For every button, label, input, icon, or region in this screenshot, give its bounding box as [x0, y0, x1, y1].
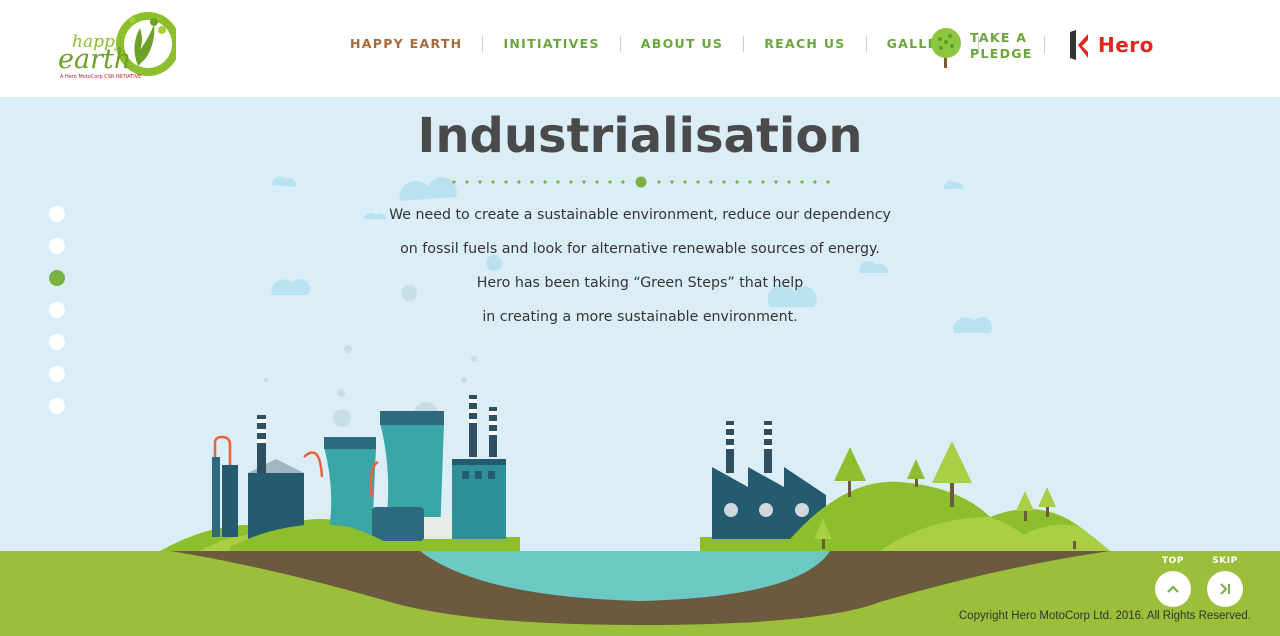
section-title: Industrialisation [417, 108, 863, 164]
header: happy earth A Hero MotoCorp CSR INITIATI… [0, 0, 1280, 97]
nav-reach-us[interactable]: REACH US [744, 36, 867, 52]
description-line: Hero has been taking “Green Steps” that … [476, 275, 804, 291]
nav-happy-earth[interactable]: HAPPY EARTH [350, 36, 484, 52]
pledge-tree-icon [931, 28, 961, 68]
scroll-top-button[interactable] [1155, 571, 1191, 607]
happy-earth-logo[interactable]: happy earth A Hero MotoCorp CSR INITIATI… [56, 6, 178, 86]
nav-about-us[interactable]: ABOUT US [621, 36, 745, 52]
section-dot-5[interactable] [49, 334, 65, 350]
section-dot-1[interactable] [49, 206, 65, 222]
skip-button[interactable] [1207, 571, 1243, 607]
top-control: TOP [1153, 556, 1193, 607]
green-hills [780, 441, 1110, 551]
copyright-text: Copyright Hero MotoCorp Ltd. 2016. All R… [958, 610, 1251, 622]
chevron-up-icon [1167, 585, 1179, 593]
top-label: TOP [1162, 556, 1184, 566]
section-dot-4[interactable] [49, 302, 65, 318]
main-nav: HAPPY EARTH INITIATIVES ABOUT US REACH U… [350, 36, 980, 52]
description-line: in creating a more sustainable environme… [482, 309, 798, 325]
section-dot-6[interactable] [49, 366, 65, 382]
pledge-label: TAKE A PLEDGE [970, 30, 1033, 61]
section-dot-7[interactable] [49, 398, 65, 414]
header-divider [1044, 36, 1045, 54]
description-line: We need to create a sustainable environm… [389, 207, 891, 223]
section-description: We need to create a sustainable environm… [340, 198, 940, 334]
title-dots-divider [452, 176, 830, 188]
skip-control: SKIP [1205, 556, 1245, 607]
take-a-pledge-link[interactable]: TAKE A PLEDGE [928, 26, 1031, 70]
hero-brand-text: Hero [1098, 33, 1154, 57]
logo-tagline: A Hero MotoCorp CSR INITIATIVE [60, 74, 142, 80]
skip-next-icon [1220, 583, 1230, 595]
hero-logo-icon [1070, 30, 1088, 60]
section-dots-nav [49, 206, 67, 430]
logo-earth-text: earth [58, 44, 132, 75]
nav-initiatives[interactable]: INITIATIVES [483, 36, 621, 52]
skip-label: SKIP [1212, 556, 1238, 566]
section-dot-2[interactable] [49, 238, 65, 254]
description-line: on fossil fuels and look for alternative… [400, 241, 880, 257]
section-dot-3-active[interactable] [49, 270, 65, 286]
